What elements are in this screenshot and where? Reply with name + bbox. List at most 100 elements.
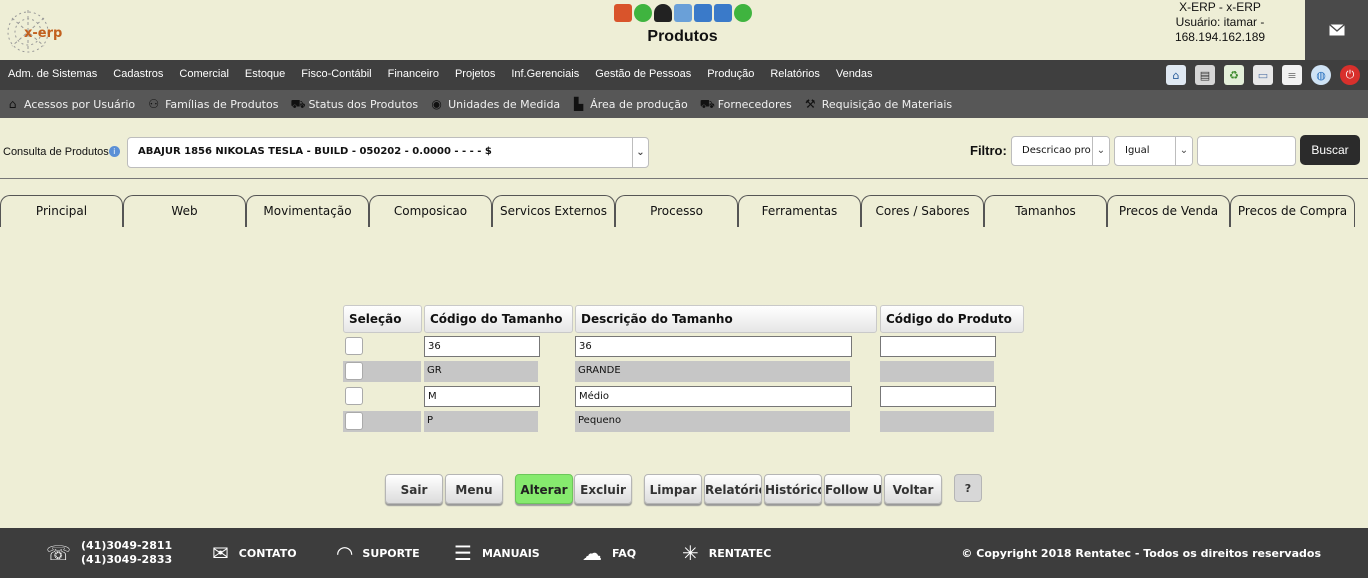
family-icon: ⚇ — [148, 96, 159, 111]
menu-item-producao[interactable]: Produção — [707, 68, 754, 80]
filter-field-select[interactable]: Descricao pro ⌄ — [1011, 136, 1110, 166]
submenu-fornecedores[interactable]: ⛟ Fornecedores — [699, 96, 792, 111]
worker-icon: ⚒ — [804, 96, 816, 111]
print-icon[interactable]: ▤ — [1195, 65, 1215, 85]
truck-icon: ⛟ — [699, 96, 715, 111]
tab-processo[interactable]: Processo — [615, 195, 738, 227]
notes-icon[interactable]: ≡ — [1282, 65, 1302, 85]
menu-item-vendas[interactable]: Vendas — [836, 68, 873, 80]
footer-link-label: MANUAIS — [481, 546, 540, 560]
menu-button[interactable]: Menu — [445, 474, 503, 504]
pdf-icon[interactable] — [614, 4, 632, 22]
document-icon[interactable]: ▭ — [1253, 65, 1273, 85]
tab-movimentacao[interactable]: Movimentação — [246, 195, 369, 227]
footer-contact-link[interactable]: ✉ CONTATO — [212, 528, 297, 578]
tab-principal[interactable]: Principal — [0, 195, 123, 227]
cart-icon: ⛟ — [290, 96, 306, 111]
phone-number: (41)3049-2811 — [81, 539, 173, 552]
add-icon[interactable] — [734, 4, 752, 22]
size-code-input[interactable]: M — [424, 386, 540, 407]
footer-manuals-link[interactable]: ☰ MANUAIS — [454, 528, 540, 578]
row-checkbox[interactable] — [345, 337, 363, 355]
submenu-unidades[interactable]: ◉ Unidades de Medida — [430, 97, 561, 111]
info-icon[interactable]: i — [108, 146, 120, 157]
phone-icon: ☏ — [46, 541, 72, 565]
tab-precos-venda[interactable]: Precos de Venda — [1107, 195, 1230, 227]
filter-operator-select[interactable]: Igual ⌄ — [1114, 136, 1193, 166]
size-code-cell: P — [424, 411, 538, 432]
size-description-input[interactable]: Médio — [575, 386, 852, 407]
card-icon[interactable] — [714, 4, 732, 22]
card-icon[interactable] — [694, 4, 712, 22]
submenu-label: Acessos por Usuário — [24, 97, 136, 111]
submenu-acessos[interactable]: ⌂ Acessos por Usuário — [6, 97, 136, 111]
footer-support-link[interactable]: ◠ SUPORTE — [337, 528, 420, 578]
row-checkbox[interactable] — [345, 362, 363, 380]
user-ip: 168.194.162.189 — [1174, 30, 1266, 44]
submenu-area-producao[interactable]: ▙ Área de produção — [572, 96, 688, 111]
tab-servicos-externos[interactable]: Servicos Externos — [492, 195, 615, 227]
add-icon[interactable] — [634, 4, 652, 22]
menu-item-projetos[interactable]: Projetos — [455, 68, 495, 80]
help-button[interactable]: ? — [954, 474, 982, 502]
delete-button[interactable]: Excluir — [574, 474, 632, 504]
submenu-label: Unidades de Medida — [448, 97, 561, 111]
world-icon[interactable]: ◍ — [1311, 65, 1331, 85]
envelope-icon — [1328, 24, 1345, 36]
size-description-input[interactable]: 36 — [575, 336, 852, 357]
report-button[interactable]: Relatório — [704, 474, 762, 504]
tab-tamanhos[interactable]: Tamanhos — [984, 195, 1107, 227]
column-header-selecao: Seleção — [343, 305, 422, 333]
logo[interactable]: x-erp — [4, 6, 64, 54]
chevron-down-icon: ⌄ — [632, 138, 648, 167]
table-row — [343, 361, 421, 382]
footer-rentatec-link[interactable]: ✳ RENTATEC — [682, 528, 771, 578]
tab-ferramentas[interactable]: Ferramentas — [738, 195, 861, 227]
submenu-status[interactable]: ⛟ Status dos Produtos — [290, 96, 418, 111]
product-code-input[interactable] — [880, 336, 996, 357]
menu-item-financeiro[interactable]: Financeiro — [388, 68, 439, 80]
menu-item-inf-gerenciais[interactable]: Inf.Gerenciais — [511, 68, 579, 80]
menu-item-comercial[interactable]: Comercial — [179, 68, 229, 80]
factory-icon: ▙ — [574, 96, 584, 111]
tab-precos-compra[interactable]: Precos de Compra — [1230, 195, 1355, 227]
follow-up-button[interactable]: Follow Up — [824, 474, 882, 504]
recycle-icon[interactable]: ♻ — [1224, 65, 1244, 85]
footer-faq-link[interactable]: ☁ FAQ — [582, 528, 636, 578]
back-button[interactable]: Voltar — [884, 474, 942, 504]
size-code-input[interactable]: 36 — [424, 336, 540, 357]
exit-button[interactable]: Sair — [385, 474, 443, 504]
row-checkbox[interactable] — [345, 412, 363, 430]
menu-items: Adm. de Sistemas Cadastros Comercial Est… — [8, 68, 873, 80]
product-select[interactable]: ABAJUR 1856 NIKOLAS TESLA - BUILD - 0502… — [127, 137, 649, 168]
mail-button[interactable] — [1305, 0, 1368, 60]
row-checkbox[interactable] — [345, 387, 363, 405]
tab-web[interactable]: Web — [123, 195, 246, 227]
footer-link-label: CONTATO — [238, 546, 297, 560]
submenu-requisicao[interactable]: ⚒ Requisição de Materiais — [804, 96, 952, 111]
menu-item-cadastros[interactable]: Cadastros — [113, 68, 163, 80]
clear-button[interactable]: Limpar — [644, 474, 702, 504]
user-add-icon[interactable] — [654, 4, 672, 22]
tab-cores-sabores[interactable]: Cores / Sabores — [861, 195, 984, 227]
main-menu: Adm. de Sistemas Cadastros Comercial Est… — [0, 60, 1368, 90]
page-title: Produtos — [647, 28, 718, 45]
menu-item-gestao-pessoas[interactable]: Gestão de Pessoas — [595, 68, 691, 80]
power-icon[interactable]: ⏻ — [1340, 65, 1360, 85]
home-icon[interactable]: ⌂ — [1166, 65, 1186, 85]
update-button[interactable]: Alterar — [515, 474, 573, 504]
product-code-input[interactable] — [880, 386, 996, 407]
history-button[interactable]: Histórico — [764, 474, 822, 504]
column-header-codigo-produto: Código do Produto — [880, 305, 1024, 333]
truck-icon[interactable] — [674, 4, 692, 22]
menu-item-estoque[interactable]: Estoque — [245, 68, 285, 80]
menu-item-adm-sistemas[interactable]: Adm. de Sistemas — [8, 68, 97, 80]
menu-item-relatorios[interactable]: Relatórios — [770, 68, 820, 80]
filter-value-input[interactable] — [1197, 136, 1296, 166]
search-button[interactable]: Buscar — [1300, 135, 1360, 165]
menu-item-fisco-contabil[interactable]: Fisco-Contábil — [301, 68, 371, 80]
tab-composicao[interactable]: Composicao — [369, 195, 492, 227]
logo-text: x-erp — [24, 26, 63, 41]
copyright: © Copyright 2018 Rentatec - Todos os dir… — [961, 547, 1321, 560]
submenu-familias[interactable]: ⚇ Famílias de Produtos — [147, 96, 278, 111]
